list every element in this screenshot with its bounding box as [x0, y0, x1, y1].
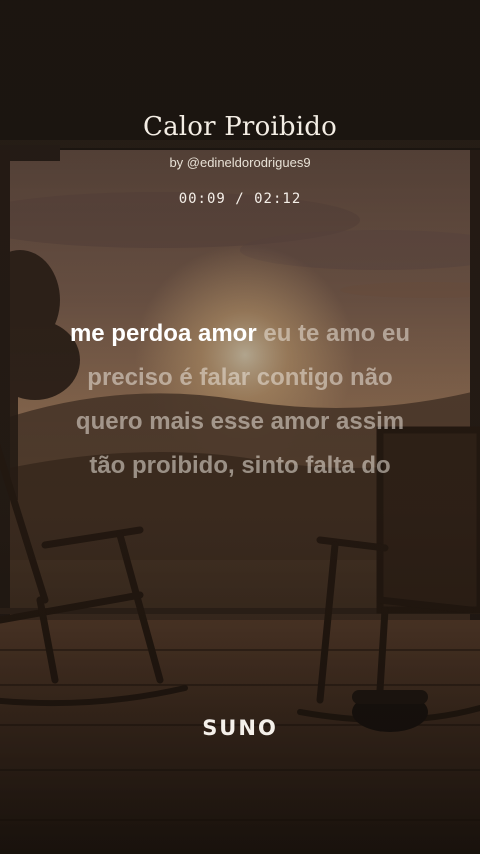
lyrics-block: me perdoa amor eu te amo eu preciso é fa…: [30, 312, 450, 488]
suno-logo: SUNO: [202, 716, 278, 740]
lyrics-line-2: preciso é falar contigo não: [87, 364, 393, 391]
song-title: Calor Proibido: [142, 112, 337, 142]
lyrics-line-1-rest: eu te amo eu: [256, 320, 411, 347]
lyrics-line-4: tão proibido, sinto falta do: [89, 452, 391, 479]
lyrics-line-1: me perdoa amor eu te amo eu: [30, 312, 450, 356]
playback-time: 00:09 / 02:12: [178, 191, 302, 207]
song-artist: by @edineldorodrigues9: [169, 155, 311, 170]
lyrics-line-3: quero mais esse amor assim: [75, 408, 405, 435]
lyrics-active-phrase: me perdoa amor: [69, 320, 257, 347]
